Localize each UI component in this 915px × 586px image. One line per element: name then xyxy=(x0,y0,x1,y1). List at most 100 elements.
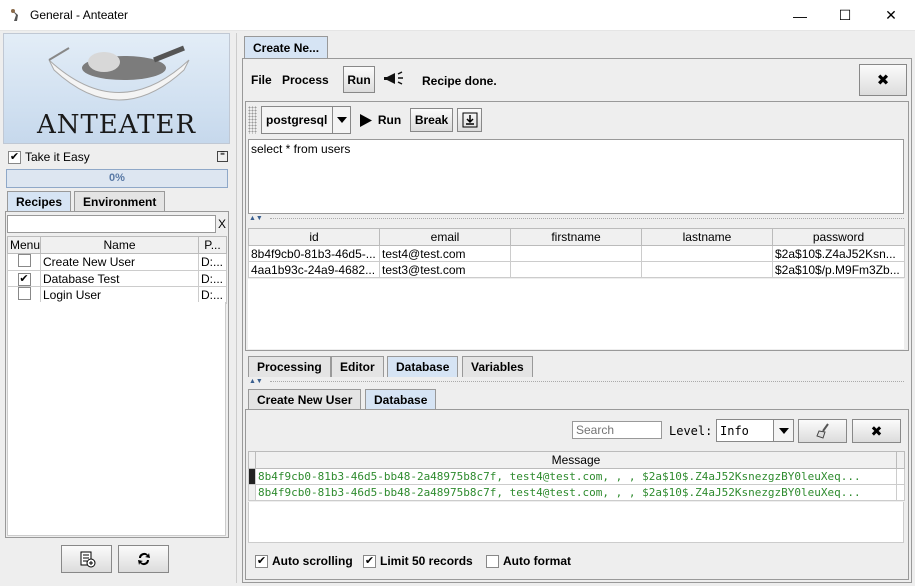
tab-editor[interactable]: Editor xyxy=(331,356,384,377)
splitter-arrows-icon-2[interactable]: ▲▼ xyxy=(249,378,269,385)
log-message[interactable]: 8b4f9cb0-81b3-46d5-bb48-2a48975b8c7f, te… xyxy=(255,484,897,501)
clear-search-button[interactable]: X xyxy=(218,217,226,231)
recipe-name[interactable]: Create New User xyxy=(40,253,199,271)
log-empty-area xyxy=(248,502,904,543)
log-row[interactable]: 8b4f9cb0-81b3-46d5-bb48-2a48975b8c7f, te… xyxy=(248,468,905,485)
column-name[interactable]: Name xyxy=(40,236,199,254)
limit-records-checkbox[interactable]: ✔ Limit 50 records xyxy=(363,554,473,568)
cell-password[interactable]: $2a$10$.Z4aJ52Ksn... xyxy=(772,245,905,262)
cell-password[interactable]: $2a$10$/p.M9Fm3Zb... xyxy=(772,261,905,278)
splitter-arrows-icon[interactable]: ▲▼ xyxy=(249,215,269,222)
level-select[interactable]: Info xyxy=(716,419,794,442)
column-menu[interactable]: Menu xyxy=(7,236,41,254)
log-splitter[interactable] xyxy=(270,381,904,382)
cell-firstname[interactable] xyxy=(510,245,642,262)
sql-query-editor[interactable] xyxy=(248,139,904,214)
checkbox-unchecked-icon[interactable] xyxy=(17,254,31,267)
cell-email[interactable]: test3@test.com xyxy=(379,261,511,278)
maximize-button[interactable]: ☐ xyxy=(822,0,868,31)
checkbox-checked-icon[interactable]: ✔ xyxy=(17,273,31,286)
log-tab-create-new-user[interactable]: Create New User xyxy=(248,389,362,410)
tab-environment[interactable]: Environment xyxy=(74,191,166,212)
recipe-path: D:... xyxy=(198,286,227,304)
recipe-name[interactable]: Login User xyxy=(40,286,199,304)
recipe-menu-cell[interactable]: ✔ xyxy=(7,270,41,287)
megaphone-icon[interactable] xyxy=(381,67,409,91)
log-tab-database[interactable]: Database xyxy=(365,389,437,410)
anteater-logo: ANTEATER xyxy=(3,33,230,144)
level-label: Level: xyxy=(669,424,713,438)
process-menu[interactable]: Process xyxy=(282,73,329,87)
log-search-input[interactable] xyxy=(572,421,662,439)
log-scroll-cell xyxy=(896,484,905,501)
cell-lastname[interactable] xyxy=(641,245,773,262)
refresh-button[interactable] xyxy=(118,545,169,573)
checkbox-checked-icon[interactable]: ✔ xyxy=(8,150,21,164)
auto-format-checkbox[interactable]: Auto format xyxy=(486,554,571,568)
tab-variables[interactable]: Variables xyxy=(462,356,533,377)
checkbox-unchecked-icon[interactable] xyxy=(17,287,31,300)
recipe-row[interactable]: Create New User D:... xyxy=(7,253,227,271)
results-empty-area xyxy=(248,279,904,349)
recipe-row[interactable]: Login User D:... xyxy=(7,286,227,304)
recipe-menu-cell[interactable] xyxy=(7,253,41,271)
close-log-button[interactable]: ✖ xyxy=(852,419,901,443)
recipe-name[interactable]: Database Test xyxy=(40,270,199,287)
checkbox-checked-icon[interactable]: ✔ xyxy=(363,554,376,568)
new-document-icon xyxy=(80,551,95,568)
log-row-marker[interactable] xyxy=(248,484,256,501)
tab-recipes[interactable]: Recipes xyxy=(7,191,72,212)
cell-lastname[interactable] xyxy=(641,261,773,278)
checkbox-checked-icon[interactable]: ✔ xyxy=(255,554,268,568)
log-table: Message 8b4f9cb0-81b3-46d5-bb48-2a48975b… xyxy=(248,451,905,501)
column-message[interactable]: Message xyxy=(255,451,897,469)
log-row-header-corner xyxy=(248,451,256,469)
new-recipe-button[interactable] xyxy=(61,545,112,573)
recipe-menu-cell[interactable] xyxy=(7,286,41,304)
play-icon xyxy=(359,113,372,127)
cell-id[interactable]: 4aa1b93c-24a9-4682... xyxy=(248,261,380,278)
minimize-button[interactable]: — xyxy=(777,0,823,31)
title-bar: General - Anteater — ☐ ✕ xyxy=(0,0,915,31)
vertical-splitter[interactable] xyxy=(236,33,240,583)
run-recipe-button[interactable]: Run xyxy=(343,66,375,93)
cell-email[interactable]: test4@test.com xyxy=(379,245,511,262)
cell-id[interactable]: 8b4f9cb0-81b3-46d5-... xyxy=(248,245,380,262)
export-button[interactable] xyxy=(457,108,482,132)
tab-create-new[interactable]: Create Ne... xyxy=(244,36,329,59)
recipe-path: D:... xyxy=(198,253,227,271)
auto-scrolling-checkbox[interactable]: ✔ Auto scrolling xyxy=(255,554,353,568)
clear-log-button[interactable] xyxy=(798,419,847,443)
driver-select[interactable]: postgresql xyxy=(261,106,351,134)
run-query-button[interactable]: Run xyxy=(354,106,407,134)
tab-processing[interactable]: Processing xyxy=(248,356,331,377)
column-path[interactable]: P... xyxy=(198,236,227,254)
checkbox-unchecked-icon[interactable] xyxy=(486,554,499,568)
file-menu[interactable]: File xyxy=(251,73,272,87)
column-lastname[interactable]: lastname xyxy=(641,228,773,246)
download-icon xyxy=(462,112,477,128)
log-message[interactable]: 8b4f9cb0-81b3-46d5-bb48-2a48975b8c7f, te… xyxy=(255,468,897,485)
column-firstname[interactable]: firstname xyxy=(510,228,642,246)
column-id[interactable]: id xyxy=(248,228,380,246)
chevron-down-icon[interactable] xyxy=(332,107,351,133)
horizontal-splitter[interactable] xyxy=(270,218,904,219)
break-button[interactable]: Break xyxy=(410,108,453,132)
column-email[interactable]: email xyxy=(379,228,511,246)
close-recipe-button[interactable]: ✖ xyxy=(859,64,907,96)
log-row-marker[interactable] xyxy=(248,468,256,485)
take-it-easy-checkbox[interactable]: ✔ Take it Easy xyxy=(8,150,90,164)
column-password[interactable]: password xyxy=(772,228,905,246)
table-row[interactable]: 4aa1b93c-24a9-4682... test3@test.com $2a$1… xyxy=(248,261,905,278)
tab-database[interactable]: Database xyxy=(387,356,459,377)
close-window-button[interactable]: ✕ xyxy=(868,0,914,31)
log-row[interactable]: 8b4f9cb0-81b3-46d5-bb48-2a48975b8c7f, te… xyxy=(248,484,905,501)
collapse-icon[interactable]: ≡ xyxy=(217,150,228,162)
cell-firstname[interactable] xyxy=(510,261,642,278)
recipe-row[interactable]: ✔ Database Test D:... xyxy=(7,270,227,287)
toolbar-grip[interactable] xyxy=(248,106,257,134)
level-chevron-down-icon[interactable] xyxy=(773,420,793,441)
recipe-search-input[interactable] xyxy=(7,215,216,233)
refresh-icon xyxy=(137,553,150,565)
table-row[interactable]: 8b4f9cb0-81b3-46d5-... test4@test.com $2a$… xyxy=(248,245,905,262)
